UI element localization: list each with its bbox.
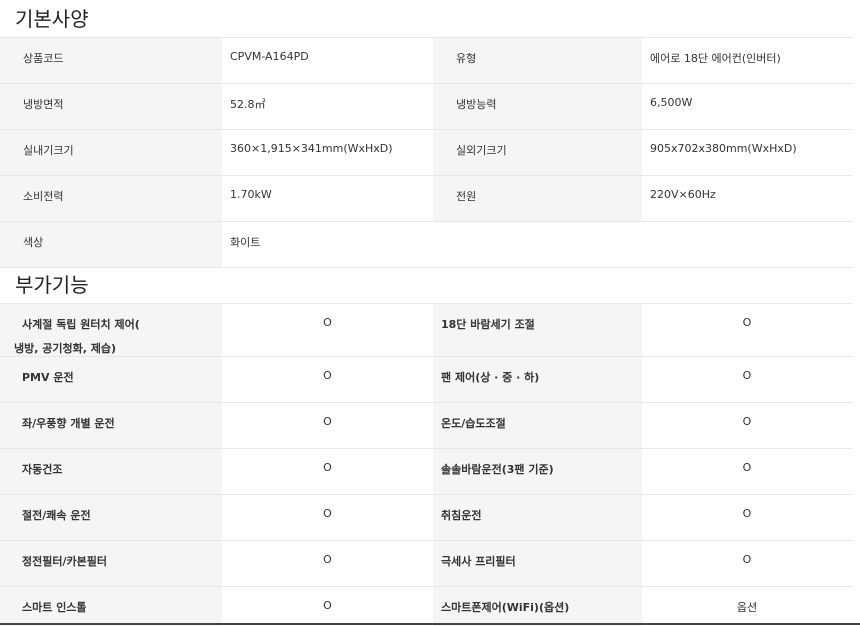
bottom-divider xyxy=(0,623,860,625)
feature-mark: O xyxy=(642,448,852,495)
spec-label: 유형 xyxy=(433,37,642,84)
feature-mark: O xyxy=(222,540,433,587)
spec-row: 실내기크기 360×1,915×341mm(WxHxD) 실외기크기 905x7… xyxy=(0,129,852,176)
feature-row: 정전필터/카본필터 O 극세사 프리필터 O xyxy=(0,540,852,587)
feature-label: 스마트 인스톨 xyxy=(0,586,222,626)
feature-mark: O xyxy=(222,402,433,449)
feature-mark: O xyxy=(222,494,433,541)
feature-label: 정전필터/카본필터 xyxy=(0,540,222,587)
feature-label: 솔솔바람운전(3팬 기준) xyxy=(433,448,642,495)
spec-value: CPVM-A164PD xyxy=(222,37,433,84)
basic-spec-title: 기본사양 xyxy=(15,7,89,31)
feature-label: 온도/습도조절 xyxy=(433,402,642,449)
basic-spec-table: 상품코드 CPVM-A164PD 유형 에어로 18단 에어컨(인버터) 냉방면… xyxy=(0,37,852,268)
feature-label: 취침운전 xyxy=(433,494,642,541)
spec-label: 소비전력 xyxy=(0,175,222,222)
extra-features-table: 사계절 독립 원터치 제어( 냉방, 공기청화, 제습) O 18단 바람세기 … xyxy=(0,303,852,626)
feature-mark: O xyxy=(222,586,433,626)
spec-label: 색상 xyxy=(0,221,222,268)
feature-row: 사계절 독립 원터치 제어( 냉방, 공기청화, 제습) O 18단 바람세기 … xyxy=(0,303,852,357)
spec-label: 냉방능력 xyxy=(433,83,642,130)
spec-row: 냉방면적 52.8㎡ 냉방능력 6,500W xyxy=(0,83,852,130)
spec-row: 색상 화이트 xyxy=(0,221,852,268)
feature-label-continuation: 냉방, 공기청화, 제습) xyxy=(14,342,117,355)
feature-mark: O xyxy=(642,303,852,357)
spec-label: 냉방면적 xyxy=(0,83,222,130)
empty-cell xyxy=(642,221,852,268)
spec-value: 52.8㎡ xyxy=(222,83,433,130)
feature-mark: O xyxy=(222,356,433,403)
spec-value: 220V×60Hz xyxy=(642,175,852,222)
spec-label: 상품코드 xyxy=(0,37,222,84)
feature-mark: O xyxy=(642,356,852,403)
spec-row: 소비전력 1.70kW 전원 220V×60Hz xyxy=(0,175,852,222)
spec-label: 실내기크기 xyxy=(0,129,222,176)
feature-row: 좌/우풍향 개별 운전 O 온도/습도조절 O xyxy=(0,402,852,449)
spec-label: 실외기크기 xyxy=(433,129,642,176)
spec-value: 1.70kW xyxy=(222,175,433,222)
feature-label: 극세사 프리필터 xyxy=(433,540,642,587)
feature-row: 스마트 인스톨 O 스마트폰제어(WiFi)(옵션) 옵션 xyxy=(0,586,852,626)
feature-mark: O xyxy=(222,303,433,357)
feature-label-text: 사계절 독립 원터치 제어( xyxy=(22,318,140,331)
spec-label: 전원 xyxy=(433,175,642,222)
extra-features-title: 부가기능 xyxy=(15,273,89,297)
feature-row: PMV 운전 O 팬 제어(상 · 중 · 하) O xyxy=(0,356,852,403)
feature-row: 자동건조 O 솔솔바람운전(3팬 기준) O xyxy=(0,448,852,495)
spec-value: 6,500W xyxy=(642,83,852,130)
spec-value: 화이트 xyxy=(222,221,433,268)
feature-mark: O xyxy=(642,540,852,587)
feature-mark: O xyxy=(642,494,852,541)
spec-value: 에어로 18단 에어컨(인버터) xyxy=(642,37,852,84)
feature-label: PMV 운전 xyxy=(0,356,222,403)
spec-value: 905x702x380mm(WxHxD) xyxy=(642,129,852,176)
feature-mark: O xyxy=(222,448,433,495)
feature-label: 18단 바람세기 조절 xyxy=(433,303,642,357)
empty-cell xyxy=(433,221,642,268)
feature-row: 절전/쾌속 운전 O 취침운전 O xyxy=(0,494,852,541)
spec-row: 상품코드 CPVM-A164PD 유형 에어로 18단 에어컨(인버터) xyxy=(0,37,852,84)
feature-label: 사계절 독립 원터치 제어( 냉방, 공기청화, 제습) xyxy=(0,303,222,357)
feature-label: 팬 제어(상 · 중 · 하) xyxy=(433,356,642,403)
feature-label: 스마트폰제어(WiFi)(옵션) xyxy=(433,586,642,626)
feature-label: 자동건조 xyxy=(0,448,222,495)
feature-mark: 옵션 xyxy=(642,586,852,626)
feature-label: 좌/우풍향 개별 운전 xyxy=(0,402,222,449)
spec-value: 360×1,915×341mm(WxHxD) xyxy=(222,129,433,176)
feature-label: 절전/쾌속 운전 xyxy=(0,494,222,541)
feature-mark: O xyxy=(642,402,852,449)
